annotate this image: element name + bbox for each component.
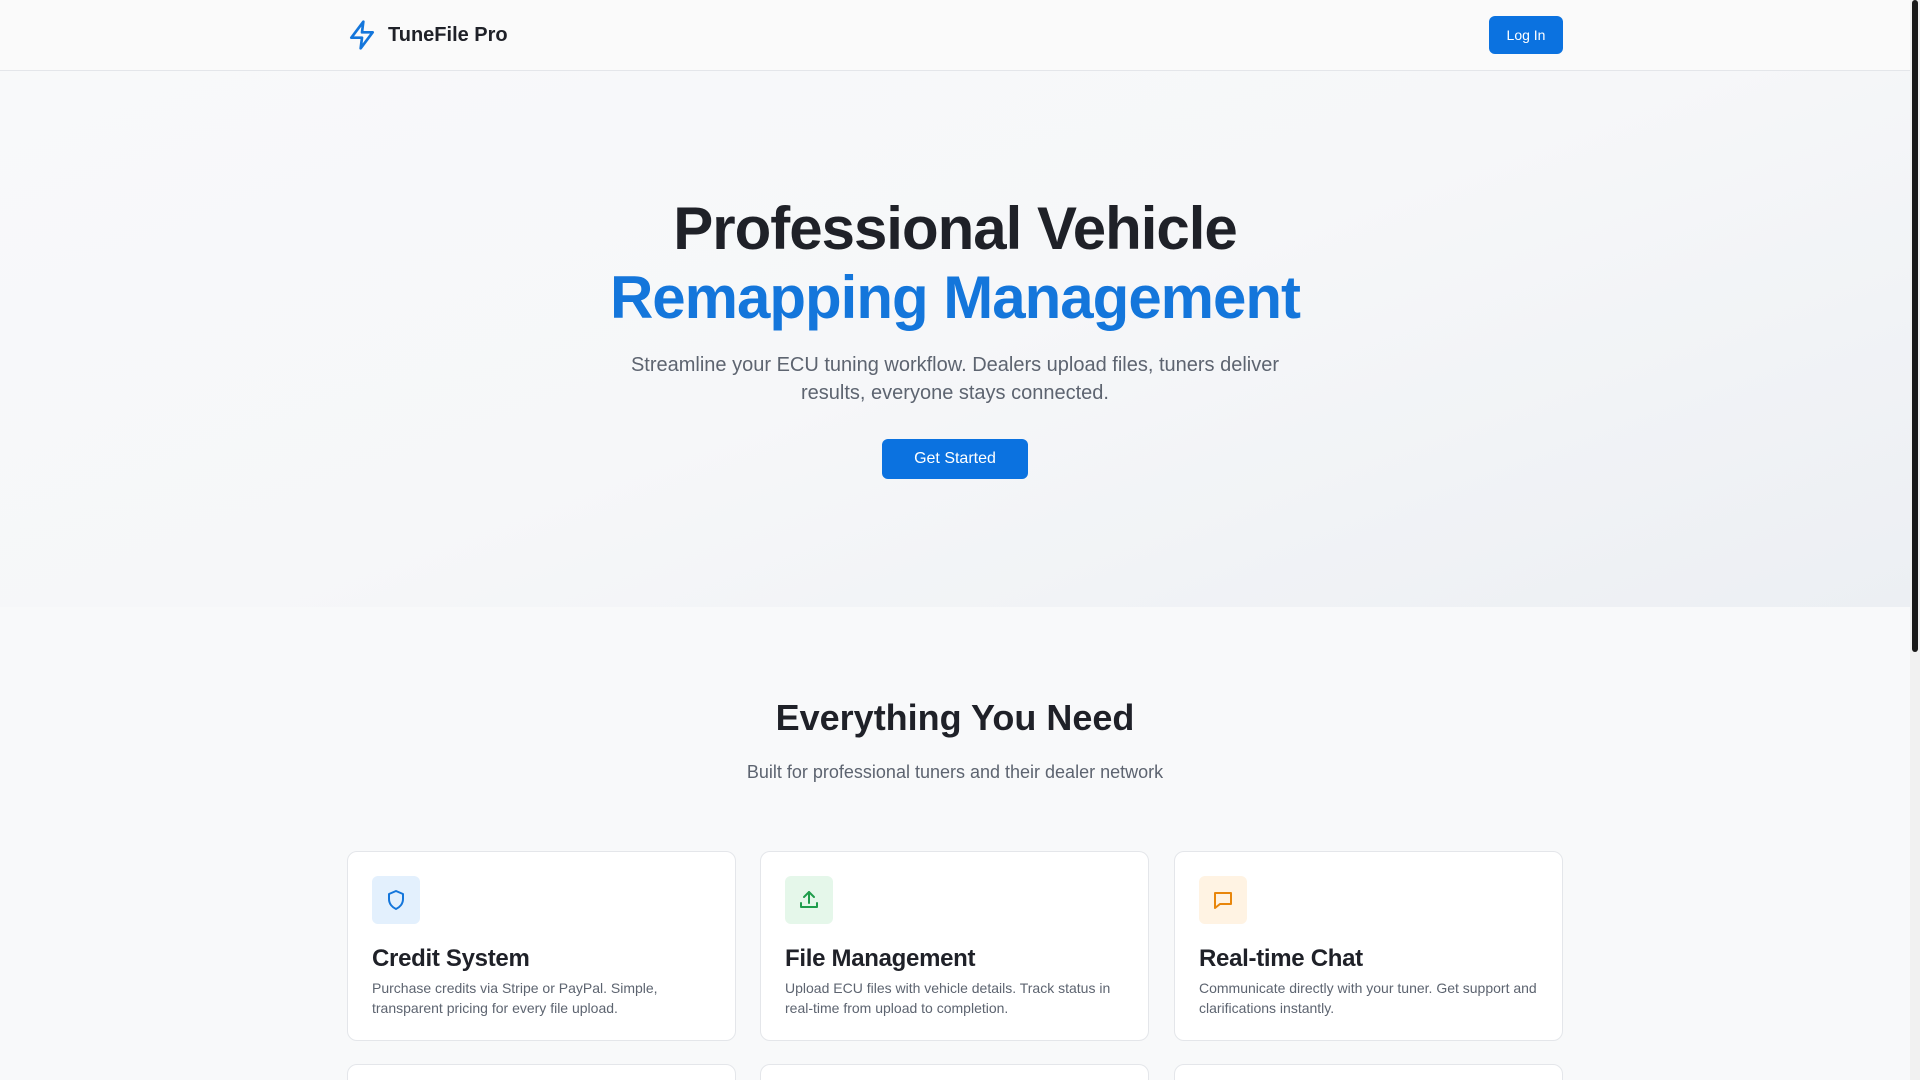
card-title: Real-time Chat [1199, 945, 1363, 972]
brand-name: TuneFile Pro [388, 23, 508, 46]
upload-icon [800, 891, 818, 908]
card-title: Credit System [372, 945, 530, 972]
shield-icon [388, 890, 404, 910]
get-started-button[interactable]: Get Started [882, 439, 1028, 479]
scrollbar-thumb[interactable] [1912, 0, 1918, 652]
brand-logo[interactable]: TuneFile Pro [346, 17, 508, 53]
hero-title-line2: Remapping Management [609, 264, 1301, 331]
card-description: Upload ECU files with vehicle details. T… [785, 980, 1111, 1016]
feature-card-row2-3 [1174, 1064, 1563, 1080]
feature-card-row2-2 [760, 1064, 1149, 1080]
feature-card-credit-system: Credit System Purchase credits via Strip… [347, 851, 736, 1041]
hero-subtitle: Streamline your ECU tuning workflow. Dea… [630, 354, 1280, 404]
card-description: Communicate directly with your tuner. Ge… [1199, 980, 1537, 1016]
features-subtitle: Built for professional tuners and their … [746, 762, 1164, 782]
feature-card-real-time-chat: Real-time Chat Communicate directly with… [1174, 851, 1563, 1041]
card-title: File Management [785, 945, 976, 972]
login-button[interactable]: Log In [1489, 16, 1563, 54]
credit-system-icon-badge [372, 876, 420, 924]
file-management-icon-badge [785, 876, 833, 924]
real-time-chat-icon-badge [1199, 876, 1247, 924]
feature-card-row2-1 [347, 1064, 736, 1080]
vertical-scrollbar[interactable] [1910, 0, 1920, 1080]
card-description: Purchase credits via Stripe or PayPal. S… [372, 980, 658, 1016]
hero-title-line1: Professional Vehicle [673, 195, 1238, 262]
chat-bubble-icon [1214, 892, 1232, 909]
features-title: Everything You Need [775, 697, 1135, 738]
lightning-bolt-icon [350, 20, 374, 50]
top-navigation-bar: TuneFile Pro Log In [0, 0, 1910, 71]
hero-section: Professional Vehicle Remapping Managemen… [0, 71, 1910, 607]
feature-card-file-management: File Management Upload ECU files with ve… [760, 851, 1149, 1041]
page: TuneFile Pro Log In Professional Vehicle… [0, 0, 1910, 1080]
